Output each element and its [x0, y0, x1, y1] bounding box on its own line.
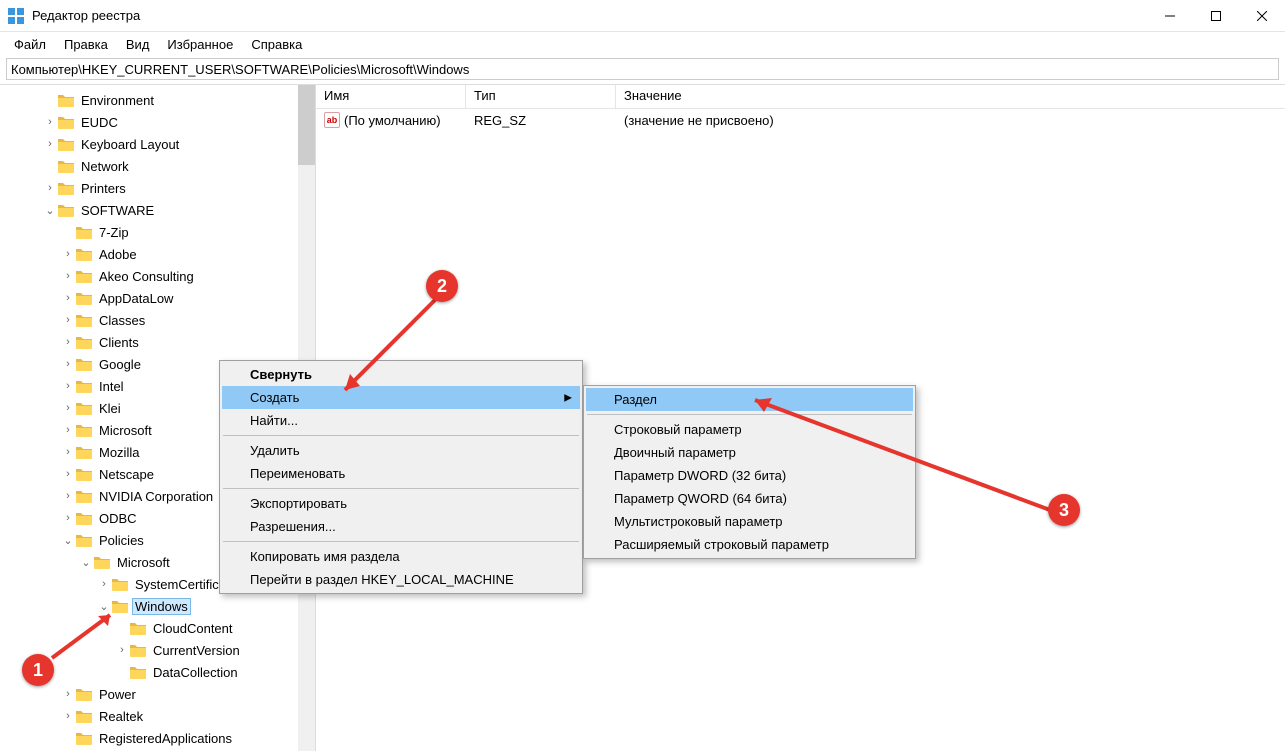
- address-text: Компьютер\HKEY_CURRENT_USER\SOFTWARE\Pol…: [11, 62, 469, 77]
- value-name: (По умолчанию): [344, 113, 441, 128]
- ctx-export[interactable]: Экспортировать: [222, 492, 580, 515]
- list-header: Имя Тип Значение: [316, 85, 1285, 109]
- ctx-find[interactable]: Найти...: [222, 409, 580, 432]
- context-submenu-create: Раздел Строковый параметр Двоичный парам…: [583, 385, 916, 559]
- submenu-arrow-icon: ▶: [564, 392, 572, 403]
- column-name[interactable]: Имя: [316, 85, 466, 108]
- ctx-create-multistring[interactable]: Мультистроковый параметр: [586, 510, 913, 533]
- menu-file[interactable]: Файл: [6, 35, 54, 54]
- menu-separator: [223, 488, 579, 489]
- ctx-create-string[interactable]: Строковый параметр: [586, 418, 913, 441]
- maximize-button[interactable]: [1193, 0, 1239, 32]
- menu-edit[interactable]: Правка: [56, 35, 116, 54]
- annotation-badge-2: 2: [426, 270, 458, 302]
- tree-node[interactable]: ⌄SOFTWARE: [0, 199, 315, 221]
- tree-node[interactable]: RegisteredApplications: [0, 727, 315, 749]
- address-bar[interactable]: Компьютер\HKEY_CURRENT_USER\SOFTWARE\Pol…: [6, 58, 1279, 80]
- value-type: REG_SZ: [466, 113, 616, 128]
- ctx-create-key[interactable]: Раздел: [586, 388, 913, 411]
- folder-icon: [58, 93, 74, 107]
- menu-help[interactable]: Справка: [243, 35, 310, 54]
- tree-node[interactable]: ›EUDC: [0, 111, 315, 133]
- annotation-badge-3: 3: [1048, 494, 1080, 526]
- tree-node[interactable]: 7-Zip: [0, 221, 315, 243]
- menu-separator: [587, 414, 912, 415]
- list-row[interactable]: ab (По умолчанию) REG_SZ (значение не при…: [316, 109, 1285, 131]
- tree-node[interactable]: CloudContent: [0, 617, 315, 639]
- tree-node[interactable]: Environment: [0, 89, 315, 111]
- context-menu: Свернуть Создать▶ Найти... Удалить Переи…: [219, 360, 583, 594]
- tree-node[interactable]: Network: [0, 155, 315, 177]
- tree-node[interactable]: ›Keyboard Layout: [0, 133, 315, 155]
- tree-node[interactable]: ›Power: [0, 683, 315, 705]
- tree-node[interactable]: ›AppDataLow: [0, 287, 315, 309]
- ctx-create-dword[interactable]: Параметр DWORD (32 бита): [586, 464, 913, 487]
- close-button[interactable]: [1239, 0, 1285, 32]
- tree-node[interactable]: ›Realtek: [0, 705, 315, 727]
- tree-node[interactable]: ›Classes: [0, 309, 315, 331]
- tree-node-windows[interactable]: ⌄Windows: [0, 595, 315, 617]
- window-title: Редактор реестра: [32, 8, 1147, 23]
- minimize-button[interactable]: [1147, 0, 1193, 32]
- tree-node[interactable]: ›Adobe: [0, 243, 315, 265]
- ctx-permissions[interactable]: Разрешения...: [222, 515, 580, 538]
- menu-favorites[interactable]: Избранное: [159, 35, 241, 54]
- ctx-delete[interactable]: Удалить: [222, 439, 580, 462]
- menu-bar: Файл Правка Вид Избранное Справка: [0, 32, 1285, 56]
- column-value[interactable]: Значение: [616, 85, 1285, 108]
- title-bar: Редактор реестра: [0, 0, 1285, 32]
- tree-node[interactable]: ›Clients: [0, 331, 315, 353]
- tree-node[interactable]: ›Akeo Consulting: [0, 265, 315, 287]
- annotation-badge-1: 1: [22, 654, 54, 686]
- menu-separator: [223, 435, 579, 436]
- regedit-icon: [8, 8, 24, 24]
- menu-separator: [223, 541, 579, 542]
- ctx-create[interactable]: Создать▶: [222, 386, 580, 409]
- ctx-copy-key-name[interactable]: Копировать имя раздела: [222, 545, 580, 568]
- ctx-create-binary[interactable]: Двоичный параметр: [586, 441, 913, 464]
- tree-node[interactable]: ›Printers: [0, 177, 315, 199]
- ctx-create-qword[interactable]: Параметр QWORD (64 бита): [586, 487, 913, 510]
- ctx-collapse[interactable]: Свернуть: [222, 363, 580, 386]
- value-data: (значение не присвоено): [616, 113, 1285, 128]
- menu-view[interactable]: Вид: [118, 35, 158, 54]
- ctx-go-to-hklm[interactable]: Перейти в раздел HKEY_LOCAL_MACHINE: [222, 568, 580, 591]
- column-type[interactable]: Тип: [466, 85, 616, 108]
- ctx-rename[interactable]: Переименовать: [222, 462, 580, 485]
- string-value-icon: ab: [324, 112, 340, 128]
- ctx-create-expandstring[interactable]: Расширяемый строковый параметр: [586, 533, 913, 556]
